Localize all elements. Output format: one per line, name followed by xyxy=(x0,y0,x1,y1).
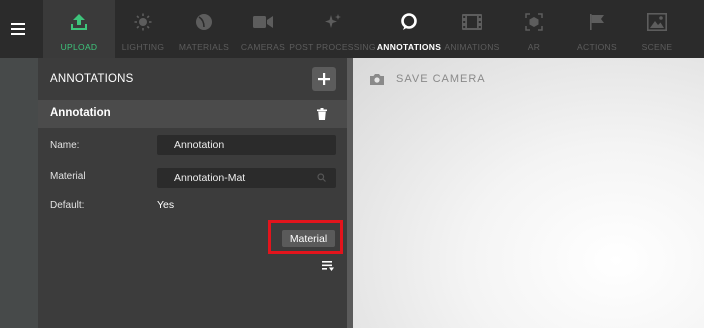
material-value: Annotation-Mat xyxy=(174,172,246,184)
hamburger-menu-button[interactable] xyxy=(0,0,36,58)
save-camera-button[interactable]: SAVE CAMERA xyxy=(370,73,486,85)
section-title: Annotation xyxy=(50,107,111,119)
tab-post-processing[interactable]: POST PROCESSING xyxy=(289,0,376,58)
plus-icon xyxy=(318,73,330,85)
tab-cameras[interactable]: CAMERAS xyxy=(237,0,289,58)
image-icon xyxy=(646,11,668,33)
materials-icon xyxy=(193,11,215,33)
left-rail xyxy=(0,58,38,328)
tab-label: SCENE xyxy=(641,42,673,52)
tab-label: POST PROCESSING xyxy=(289,42,376,52)
default-label: Default: xyxy=(50,200,85,211)
annotation-section-header[interactable]: Annotation xyxy=(38,100,347,128)
default-value: Yes xyxy=(157,199,175,211)
sun-icon xyxy=(132,11,154,33)
panel-title: ANNOTATIONS xyxy=(50,73,134,85)
tab-label: LIGHTING xyxy=(121,42,165,52)
tab-label: AR xyxy=(527,42,541,52)
tab-label: ANIMATIONS xyxy=(444,42,500,52)
ar-cube-icon xyxy=(523,11,545,33)
sort-list-button[interactable] xyxy=(322,259,334,277)
main-tabs: UPLOAD LIGHTING MATERIALS CAMERAS POST P… xyxy=(43,0,686,58)
sparkles-icon xyxy=(322,11,344,33)
panel-header: ANNOTATIONS xyxy=(38,58,347,100)
material-label: Material xyxy=(50,171,86,182)
material-select[interactable]: Annotation-Mat xyxy=(157,168,336,188)
top-toolbar: UPLOAD LIGHTING MATERIALS CAMERAS POST P… xyxy=(0,0,704,58)
tab-actions[interactable]: ACTIONS xyxy=(566,0,628,58)
camera-icon xyxy=(370,74,384,85)
tab-label: MATERIALS xyxy=(178,42,230,52)
sort-list-icon xyxy=(322,261,334,271)
upload-icon xyxy=(68,11,90,33)
tab-lighting[interactable]: LIGHTING xyxy=(115,0,171,58)
3d-viewport[interactable]: SAVE CAMERA xyxy=(353,58,704,328)
tab-annotations[interactable]: ANNOTATIONS xyxy=(376,0,442,58)
film-icon xyxy=(461,11,483,33)
name-field[interactable]: Annotation xyxy=(157,135,336,155)
name-value: Annotation xyxy=(174,139,225,151)
name-label: Name: xyxy=(50,140,80,151)
tab-label: ACTIONS xyxy=(577,42,617,52)
tab-label: ANNOTATIONS xyxy=(376,42,442,52)
hamburger-icon xyxy=(11,23,25,35)
add-annotation-button[interactable] xyxy=(312,67,336,91)
annotation-icon xyxy=(398,11,420,33)
search-icon xyxy=(317,173,326,182)
highlight-box xyxy=(268,220,343,254)
tab-scene[interactable]: SCENE xyxy=(628,0,686,58)
trash-icon xyxy=(317,108,327,120)
tab-materials[interactable]: MATERIALS xyxy=(171,0,237,58)
flag-icon xyxy=(586,11,608,33)
tab-label: CAMERAS xyxy=(240,42,286,52)
save-camera-label: SAVE CAMERA xyxy=(396,73,486,85)
tab-animations[interactable]: ANIMATIONS xyxy=(442,0,502,58)
delete-annotation-button[interactable] xyxy=(317,107,327,125)
video-camera-icon xyxy=(252,11,274,33)
annotations-panel: ANNOTATIONS Annotation Name: Annotation … xyxy=(38,58,347,328)
tab-label: UPLOAD xyxy=(60,42,98,52)
tab-ar[interactable]: AR xyxy=(502,0,566,58)
tab-upload[interactable]: UPLOAD xyxy=(43,0,115,58)
